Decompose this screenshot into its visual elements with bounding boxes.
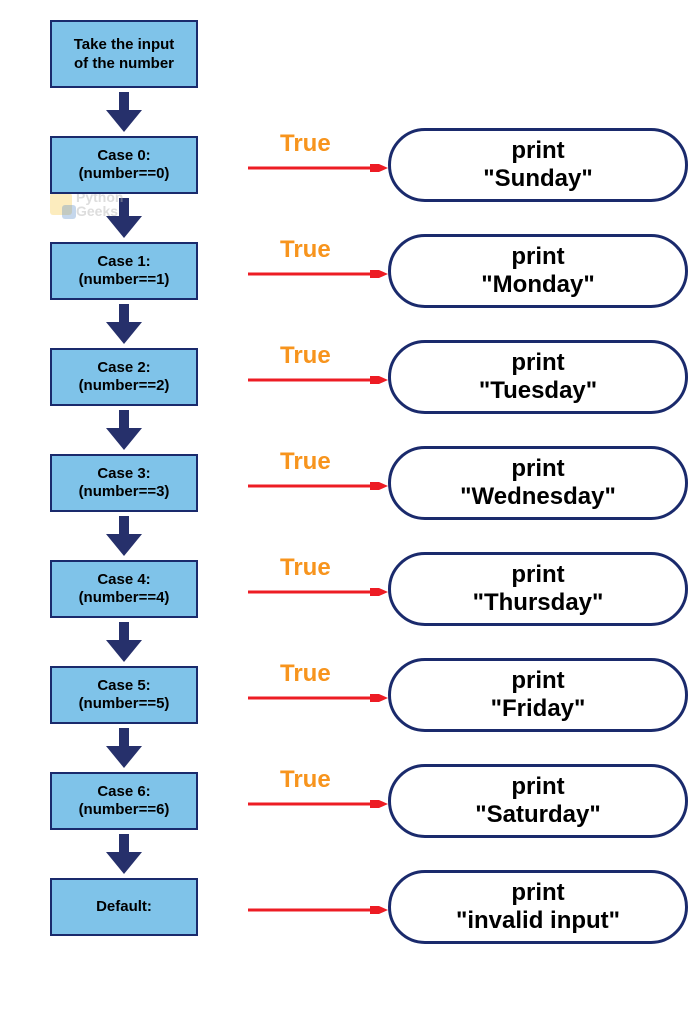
output-line-2: "Friday"	[491, 695, 586, 723]
case-condition: (number==5)	[79, 695, 170, 713]
down-arrow-icon	[50, 198, 198, 238]
output-box-4: print "Thursday"	[388, 552, 688, 626]
output-box-2: print "Tuesday"	[388, 340, 688, 414]
right-arrow-icon	[248, 694, 388, 702]
output-line-2: "Tuesday"	[479, 377, 597, 405]
true-label: True	[280, 448, 331, 476]
true-label: True	[280, 130, 331, 158]
default-box: Default:	[50, 878, 198, 936]
output-box-3: print "Wednesday"	[388, 446, 688, 520]
case-label: Case 1:	[97, 253, 150, 271]
output-line-1: print	[511, 667, 564, 695]
output-line-2: "Wednesday"	[460, 483, 616, 511]
down-arrow-icon	[50, 92, 198, 132]
output-line-2: "invalid input"	[456, 907, 620, 935]
case-box-3: Case 3: (number==3)	[50, 454, 198, 512]
default-label: Default:	[96, 898, 152, 916]
case-box-5: Case 5: (number==5)	[50, 666, 198, 724]
case-condition: (number==0)	[79, 165, 170, 183]
output-line-2: "Thursday"	[473, 589, 604, 617]
case-condition: (number==1)	[79, 271, 170, 289]
output-line-1: print	[511, 243, 564, 271]
right-arrow-icon	[248, 376, 388, 384]
right-arrow-icon	[248, 482, 388, 490]
output-line-1: print	[511, 561, 564, 589]
down-arrow-icon	[50, 516, 198, 556]
output-line-1: print	[511, 773, 564, 801]
right-arrow-icon	[248, 164, 388, 172]
right-arrow-icon	[248, 800, 388, 808]
output-box-default: print "invalid input"	[388, 870, 688, 944]
right-arrow-icon	[248, 906, 388, 914]
output-line-1: print	[511, 879, 564, 907]
true-label: True	[280, 554, 331, 582]
case-condition: (number==4)	[79, 589, 170, 607]
right-arrow-icon	[248, 588, 388, 596]
input-box: Take the input of the number	[50, 20, 198, 88]
input-line-2: of the number	[74, 54, 174, 74]
down-arrow-icon	[50, 728, 198, 768]
output-box-0: print "Sunday"	[388, 128, 688, 202]
case-label: Case 6:	[97, 783, 150, 801]
output-line-2: "Saturday"	[475, 801, 600, 829]
case-condition: (number==2)	[79, 377, 170, 395]
output-box-5: print "Friday"	[388, 658, 688, 732]
case-condition: (number==6)	[79, 801, 170, 819]
case-box-2: Case 2: (number==2)	[50, 348, 198, 406]
output-box-1: print "Monday"	[388, 234, 688, 308]
case-label: Case 3:	[97, 465, 150, 483]
down-arrow-icon	[50, 834, 198, 874]
case-condition: (number==3)	[79, 483, 170, 501]
output-line-1: print	[511, 137, 564, 165]
case-box-0: Case 0: (number==0)	[50, 136, 198, 194]
case-label: Case 0:	[97, 147, 150, 165]
down-arrow-icon	[50, 304, 198, 344]
case-box-4: Case 4: (number==4)	[50, 560, 198, 618]
down-arrow-icon	[50, 622, 198, 662]
case-label: Case 5:	[97, 677, 150, 695]
output-line-2: "Sunday"	[483, 165, 592, 193]
output-line-1: print	[511, 349, 564, 377]
case-box-6: Case 6: (number==6)	[50, 772, 198, 830]
output-box-6: print "Saturday"	[388, 764, 688, 838]
true-label: True	[280, 236, 331, 264]
right-arrow-icon	[248, 270, 388, 278]
case-label: Case 2:	[97, 359, 150, 377]
output-line-2: "Monday"	[481, 271, 594, 299]
true-label: True	[280, 766, 331, 794]
input-line-1: Take the input	[74, 35, 175, 55]
case-label: Case 4:	[97, 571, 150, 589]
true-label: True	[280, 342, 331, 370]
down-arrow-icon	[50, 410, 198, 450]
true-label: True	[280, 660, 331, 688]
case-box-1: Case 1: (number==1)	[50, 242, 198, 300]
output-line-1: print	[511, 455, 564, 483]
